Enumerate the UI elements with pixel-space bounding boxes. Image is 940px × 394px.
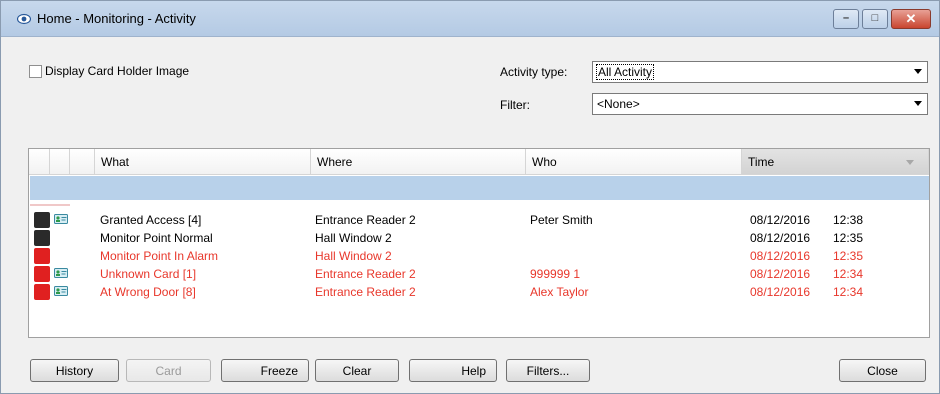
eye-icon [17,13,31,25]
table-row[interactable]: Monitor Point Normal Hall Window 2 08/12/2… [29,229,929,247]
cell-where: Hall Window 2 [315,231,392,245]
table-row[interactable]: Granted Access [4] Entrance Reader 2 Peter… [29,211,929,229]
cell-what: Unknown Card [1] [100,267,197,281]
minimize-icon: – [842,12,850,24]
maximize-button[interactable]: □ [862,9,888,29]
clear-button[interactable]: Clear [315,359,399,382]
cell-who: Peter Smith [530,213,593,227]
table-row[interactable]: Unknown Card [1] Entrance Reader 2 999999 … [29,265,929,283]
chevron-down-icon [914,101,922,106]
cell-time: 12:35 [833,231,864,245]
display-card-holder-image-option[interactable]: Display Card Holder Image [29,63,189,79]
table-row[interactable]: At Wrong Door [8] Entrance Reader 2 Alex T… [29,283,929,301]
status-indicator-icon [34,248,50,264]
card-holder-icon [54,268,68,278]
cell-what: Monitor Point In Alarm [100,249,219,263]
card-button[interactable]: Card [126,359,211,382]
activity-type-label: Activity type: [500,65,568,79]
maximize-icon: □ [871,12,879,24]
cell-time: 12:38 [833,213,864,227]
divider [30,204,70,206]
table-row[interactable]: Monitor Point In Alarm Hall Window 2 08/12… [29,247,929,265]
cell-who: Alex Taylor [530,285,589,299]
cell-what: Monitor Point Normal [100,231,213,245]
column-header-blank[interactable] [70,149,95,175]
cell-where: Entrance Reader 2 [315,267,416,281]
help-button[interactable]: Help [409,359,497,382]
cell-what: At Wrong Door [8] [100,285,196,299]
cell-date: 08/12/2016 [750,213,811,227]
activity-type-select[interactable]: All Activity [592,61,928,83]
filters-button[interactable]: Filters... [506,359,590,382]
filter-value: <None> [597,97,640,111]
column-header-status[interactable] [29,149,50,175]
cell-where: Entrance Reader 2 [315,213,416,227]
cell-where: Hall Window 2 [315,249,392,263]
filter-select[interactable]: <None> [592,93,928,115]
close-button[interactable]: Close [839,359,926,382]
column-header-time[interactable]: Time [742,149,929,175]
status-indicator-icon [34,266,50,282]
cell-what: Granted Access [4] [100,213,202,227]
cell-time: 12:35 [833,249,864,263]
history-button[interactable]: History [30,359,119,382]
cell-who: 999999 1 [530,267,581,281]
status-indicator-icon [34,230,50,246]
cell-date: 08/12/2016 [750,267,811,281]
column-header-card[interactable] [50,149,70,175]
column-header-what[interactable]: What [95,149,311,175]
activity-type-value: All Activity [595,64,655,80]
filter-label: Filter: [500,98,530,112]
cell-date: 08/12/2016 [750,285,811,299]
status-indicator-icon [34,284,50,300]
close-window-button[interactable]: ✕ [891,9,931,29]
display-card-holder-image-checkbox[interactable] [29,64,42,78]
cell-time: 12:34 [833,285,864,299]
cell-date: 08/12/2016 [750,249,811,263]
cell-date: 08/12/2016 [750,231,811,245]
close-icon: ✕ [905,11,917,26]
cell-where: Entrance Reader 2 [315,285,416,299]
selected-row[interactable] [30,176,929,200]
card-holder-icon [54,286,68,296]
window-title: Home - Monitoring - Activity [37,11,196,26]
minimize-button[interactable]: – [833,9,859,29]
card-holder-icon [54,214,68,224]
activity-window: Home - Monitoring - Activity – □ ✕ Displ… [0,0,940,394]
chevron-down-icon [914,69,922,74]
sort-descending-icon [906,160,914,165]
column-header-who[interactable]: Who [526,149,742,175]
title-bar: Home - Monitoring - Activity – □ ✕ [1,1,939,37]
cell-time: 12:34 [833,267,864,281]
display-card-holder-image-label: Display Card Holder Image [45,64,190,78]
status-indicator-icon [34,212,50,228]
column-header-where[interactable]: Where [311,149,526,175]
freeze-button[interactable]: Freeze [221,359,309,382]
activity-grid[interactable]: What Where Who Time Granted Access [4] En… [28,148,930,338]
